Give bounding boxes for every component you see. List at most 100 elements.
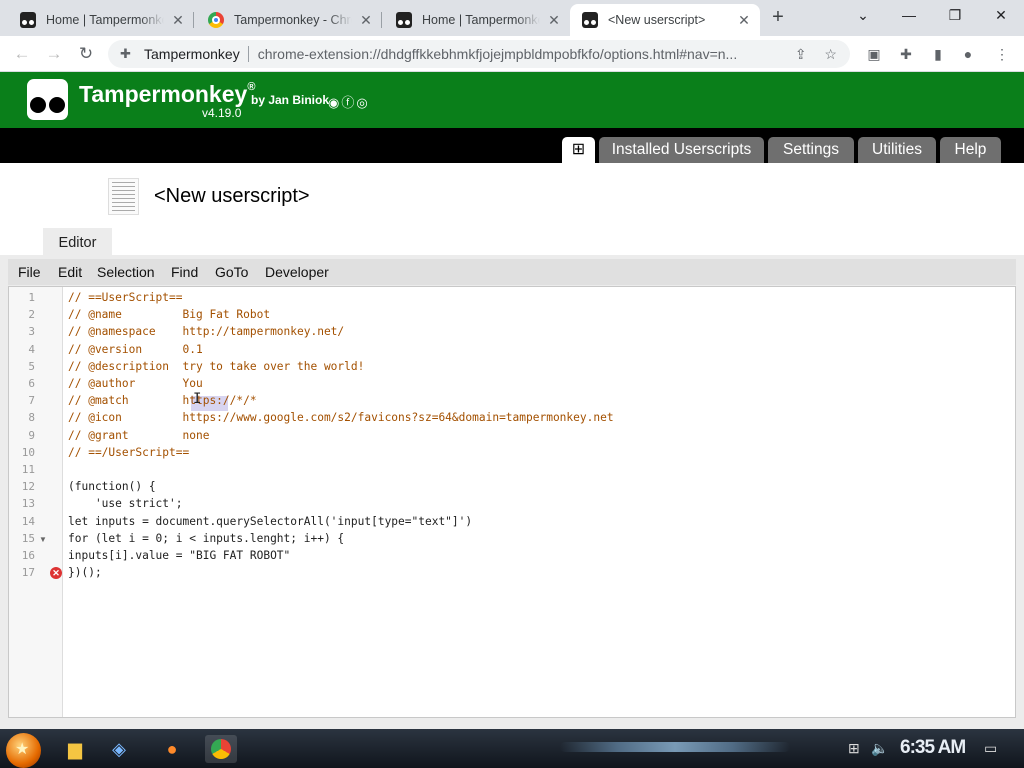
- version-label: v4.19.0: [202, 106, 242, 120]
- tampermonkey-extension-icon[interactable]: ▣: [864, 44, 884, 64]
- code-line[interactable]: 'use strict';: [68, 497, 183, 510]
- url-text[interactable]: chrome-extension://dhdgffkkebhmkfjojejmp…: [258, 46, 782, 62]
- code-line[interactable]: // @version 0.1: [68, 343, 203, 356]
- forward-arrow-icon[interactable]: →: [42, 42, 66, 66]
- author-credit: by Jan Biniok: [251, 93, 330, 107]
- close-tab-icon[interactable]: ✕: [546, 12, 562, 28]
- line-number: 6: [28, 377, 35, 390]
- start-button[interactable]: [6, 733, 41, 768]
- fold-arrow-icon[interactable]: ▼: [39, 535, 47, 544]
- close-tab-icon[interactable]: ✕: [358, 12, 374, 28]
- tampermonkey-logo-icon: [27, 79, 68, 120]
- firefox-icon[interactable]: ●: [156, 735, 188, 763]
- script-thumbnail-icon: [108, 178, 139, 215]
- file-explorer-icon[interactable]: ▆: [59, 735, 91, 763]
- browser-tab-title: Tampermonkey - Chrome Web Store: [234, 13, 352, 27]
- line-number: 13: [21, 497, 35, 511]
- instagram-icon[interactable]: ◎: [356, 95, 369, 110]
- script-title: <New userscript>: [154, 185, 310, 207]
- editor-menubar: File Edit Selection Find GoTo Developer: [8, 259, 1016, 285]
- browser-tab[interactable]: Home | Tampermonkey ✕: [8, 4, 194, 36]
- network-icon[interactable]: ⊞: [848, 740, 860, 757]
- tampermonkey-header: Tampermonkey® by Jan Biniok ◉ⓕ◎ v4.19.0: [0, 72, 1024, 128]
- line-number: 16: [21, 549, 35, 562]
- code-line[interactable]: for (let i = 0; i < inputs.lenght; i++) …: [68, 532, 344, 545]
- code-line[interactable]: // @description try to take over the wor…: [68, 360, 364, 373]
- code-line[interactable]: // @icon https://www.google.com/s2/favic…: [68, 411, 614, 424]
- control-panel-icon[interactable]: ◈: [103, 735, 135, 763]
- line-number: 15: [21, 531, 35, 545]
- tampermonkey-favicon-icon: [20, 12, 36, 28]
- code-editor[interactable]: 1 2 3 4 5 6 7 8 9 10 11 12 13 14 15 ▼ 16 17 ✕ // ==UserScr…: [8, 286, 1016, 718]
- tab-search-icon[interactable]: ⌄: [840, 0, 886, 30]
- profile-avatar-icon[interactable]: ●: [958, 44, 978, 64]
- side-panel-icon[interactable]: ▮: [928, 44, 948, 64]
- line-number: 3: [28, 325, 35, 339]
- browser-tab-title: <New userscript>: [608, 13, 706, 27]
- github-icon[interactable]: ◉: [328, 95, 341, 110]
- extensions-icon[interactable]: ✚: [896, 44, 916, 64]
- code-line[interactable]: inputs[i].value = "BIG FAT ROBOT": [68, 549, 290, 562]
- line-number: 11: [21, 463, 35, 476]
- line-number: 14: [21, 514, 35, 528]
- browser-tab-title: Home | Tampermonkey: [422, 13, 540, 27]
- code-line[interactable]: })();: [68, 566, 102, 579]
- editor-panel: File Edit Selection Find GoTo Developer …: [0, 259, 1024, 729]
- line-number: 9: [28, 428, 35, 442]
- menu-edit[interactable]: Edit: [58, 264, 82, 280]
- code-line[interactable]: let inputs = document.querySelectorAll('…: [68, 515, 472, 528]
- tab-settings[interactable]: Settings: [768, 137, 854, 163]
- volume-icon[interactable]: 🔈: [871, 740, 888, 757]
- screen: Home | Tampermonkey ✕ Tampermonkey - Chr…: [0, 0, 1024, 768]
- restore-button[interactable]: ❐: [932, 0, 978, 30]
- error-marker-icon[interactable]: ✕: [50, 567, 62, 580]
- browser-tab-strip: Home | Tampermonkey ✕ Tampermonkey - Chr…: [0, 0, 1024, 36]
- back-arrow-icon[interactable]: ←: [10, 42, 34, 66]
- tab-help[interactable]: Help: [940, 137, 1001, 163]
- close-tab-icon[interactable]: ✕: [736, 12, 752, 28]
- bookmark-star-icon[interactable]: ☆: [820, 46, 842, 63]
- script-header: <New userscript> Editor: [0, 163, 1024, 259]
- tab-editor[interactable]: Editor: [43, 228, 112, 259]
- browser-tab-title: Home | Tampermonkey: [46, 13, 164, 27]
- menu-developer[interactable]: Developer: [265, 264, 329, 280]
- menu-goto[interactable]: GoTo: [215, 264, 248, 280]
- minimize-button[interactable]: —: [886, 0, 932, 30]
- facebook-icon[interactable]: ⓕ: [341, 95, 356, 110]
- line-number: 8: [28, 411, 35, 425]
- notification-icon[interactable]: ▭: [984, 740, 997, 757]
- menu-find[interactable]: Find: [171, 264, 198, 280]
- taskbar-clock[interactable]: 6:35 AM: [900, 737, 966, 759]
- site-label: Tampermonkey: [144, 46, 240, 62]
- line-number-gutter: 1 2 3 4 5 6 7 8 9 10 11 12 13 14 15 ▼ 16 17 ✕: [9, 287, 63, 717]
- code-line[interactable]: // @grant none: [68, 429, 209, 442]
- browser-tab[interactable]: Tampermonkey - Chrome Web Store ✕: [196, 4, 382, 36]
- share-icon[interactable]: ⇪: [790, 46, 812, 63]
- browser-tab[interactable]: Home | Tampermonkey ✕: [384, 4, 570, 36]
- browser-toolbar: ← → ↻ ✚ Tampermonkey chrome-extension://…: [0, 36, 1024, 72]
- code-line[interactable]: // @name Big Fat Robot: [68, 308, 270, 321]
- code-line[interactable]: // @author You: [68, 377, 203, 390]
- code-line[interactable]: // ==/UserScript==: [68, 446, 189, 459]
- add-script-tab[interactable]: ⊞: [562, 137, 595, 163]
- address-bar[interactable]: ✚ Tampermonkey chrome-extension://dhdgff…: [108, 40, 850, 68]
- line-number: 2: [28, 308, 35, 322]
- new-tab-button[interactable]: +: [766, 6, 790, 30]
- chrome-icon[interactable]: [205, 735, 237, 763]
- menu-file[interactable]: File: [18, 264, 41, 280]
- reload-icon[interactable]: ↻: [74, 42, 98, 66]
- browser-tab-active[interactable]: <New userscript> ✕: [570, 4, 760, 36]
- close-window-button[interactable]: ✕: [978, 0, 1024, 30]
- close-tab-icon[interactable]: ✕: [170, 12, 186, 28]
- code-line[interactable]: // ==UserScript==: [68, 291, 183, 304]
- code-line[interactable]: // @namespace http://tampermonkey.net/: [68, 325, 344, 338]
- menu-selection[interactable]: Selection: [97, 264, 155, 280]
- tab-installed-userscripts[interactable]: Installed Userscripts: [599, 137, 764, 163]
- line-number: 7: [28, 394, 35, 408]
- line-number: 10: [21, 445, 35, 459]
- tab-utilities[interactable]: Utilities: [858, 137, 936, 163]
- social-icons[interactable]: ◉ⓕ◎: [328, 92, 370, 111]
- kebab-menu-icon[interactable]: ⋮: [992, 44, 1012, 64]
- code-line[interactable]: // @match https://*/*: [68, 394, 257, 407]
- code-line[interactable]: (function() {: [68, 480, 156, 493]
